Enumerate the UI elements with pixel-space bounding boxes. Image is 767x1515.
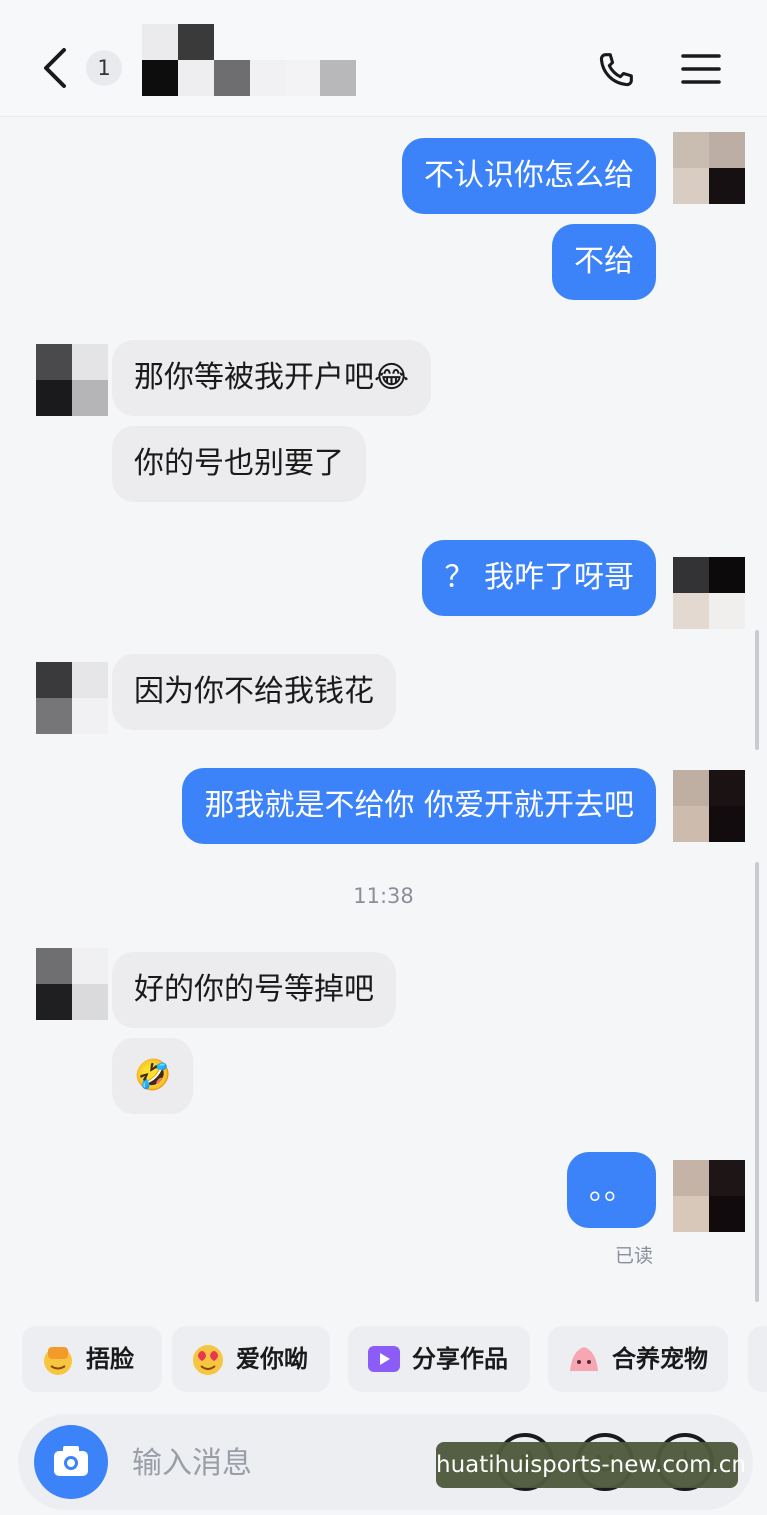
quick-reply-facepalm[interactable]: 捂脸 [22,1326,162,1392]
chevron-left-icon[interactable] [38,46,72,90]
camera-icon [54,1446,88,1476]
incoming-emoji-bubble[interactable]: 🤣 [112,1038,194,1114]
quick-reply-label: 爱你呦 [236,1345,308,1373]
quick-reply-love-you[interactable]: 爱你呦 [172,1326,330,1392]
outgoing-message-bubble[interactable]: 那我就是不给你 你爱开就开去吧 [182,768,656,844]
watermark-overlay: huatihuisports-new.com.cn [436,1442,746,1488]
self-avatar[interactable] [673,1160,745,1232]
incoming-message-bubble[interactable]: 因为你不给我钱花 [112,654,396,730]
unread-count-badge[interactable]: 1 [86,50,122,86]
quick-reply-label: 分享作品 [412,1345,508,1373]
outgoing-message-bubble[interactable]: ？ 我咋了呀哥 [422,540,656,616]
message-input[interactable] [130,1430,434,1496]
phone-icon[interactable] [593,48,639,94]
incoming-message-bubble[interactable]: 好的你的号等掉吧 [112,952,396,1028]
contact-avatar[interactable] [36,948,108,1020]
outgoing-message-bubble[interactable]: 。。 [567,1152,656,1228]
message-timestamp: 11:38 [353,884,414,908]
quick-reply-share-work[interactable]: 分享作品 [348,1326,530,1392]
chat-header: 1 [0,0,767,117]
self-avatar[interactable] [673,557,745,629]
outgoing-message-bubble[interactable]: 不认识你怎么给 [402,138,656,214]
scrollbar-track[interactable] [755,630,759,750]
read-receipt: 已读 [615,1245,654,1267]
quick-reply-pet[interactable]: 合养宠物 [548,1326,728,1392]
self-avatar[interactable] [673,770,745,842]
hamburger-menu-icon[interactable] [680,50,722,90]
quick-reply-label: 捂脸 [86,1345,134,1373]
scrollbar-thumb[interactable] [755,862,759,1302]
quick-reply-label: 合养宠物 [612,1345,708,1373]
outgoing-message-bubble[interactable]: 不给 [552,224,656,300]
contact-name-mosaic [142,24,362,96]
pet-icon [570,1347,598,1371]
quick-reply-more[interactable] [748,1326,767,1392]
heart-eyes-emoji-icon [193,1345,223,1375]
incoming-message-bubble[interactable]: 那你等被我开户吧😂 [112,340,432,416]
video-share-icon [368,1346,400,1372]
contact-avatar[interactable] [36,344,108,416]
contact-avatar[interactable] [36,662,108,734]
facepalm-emoji-icon [44,1347,72,1375]
self-avatar[interactable] [673,132,745,204]
incoming-message-bubble[interactable]: 你的号也别要了 [112,426,366,502]
camera-button[interactable] [34,1425,108,1499]
